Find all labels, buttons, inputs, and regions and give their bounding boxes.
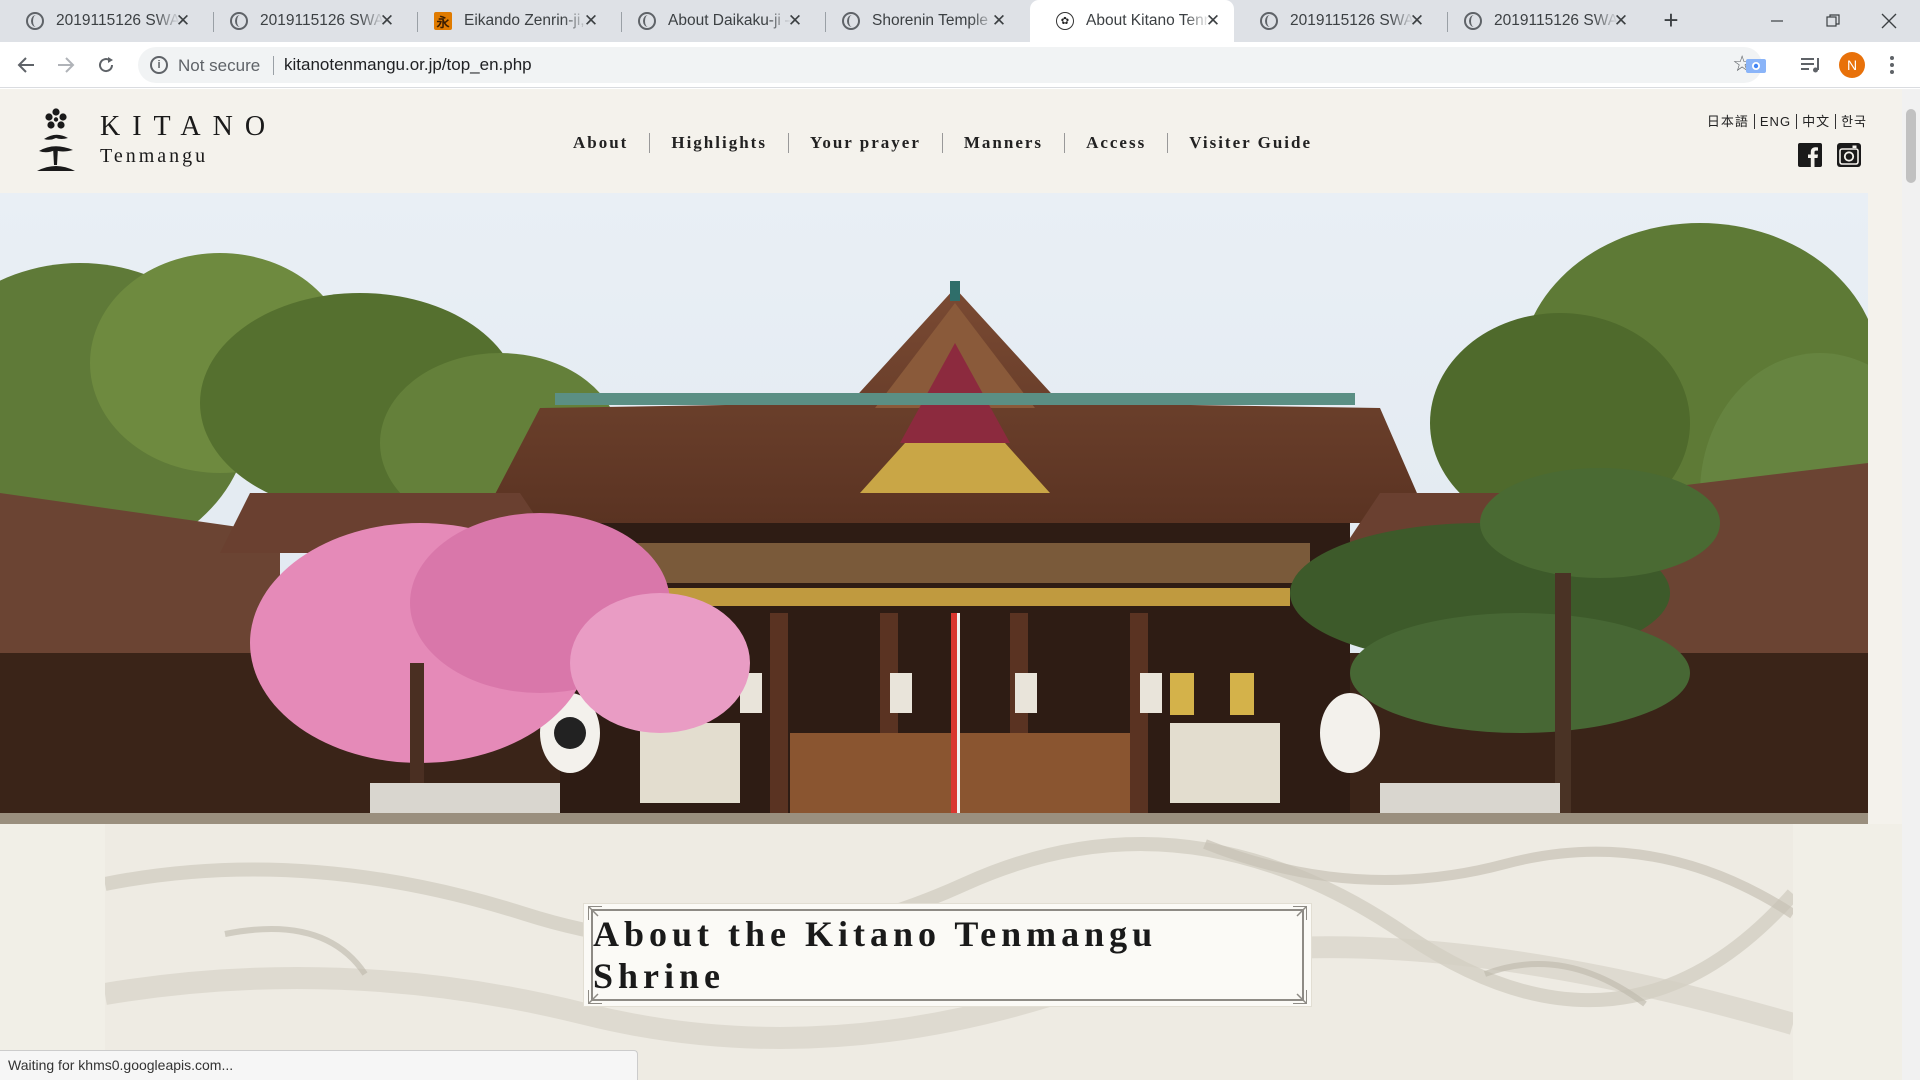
main-navigation: About Highlights Your prayer Manners Acc… [552, 133, 1333, 153]
tab-title: About Kitano Tenm [1086, 12, 1210, 29]
tab-8[interactable]: 2019115126 SWAN ✕ [1438, 0, 1642, 42]
page-viewport: KITANO Tenmangu About Highlights Your pr… [0, 89, 1902, 1080]
tab-title: Eikando Zenrin-ji, K [464, 12, 588, 29]
back-button[interactable] [10, 49, 42, 81]
tab-title: 2019115126 SWAN [56, 12, 180, 29]
language-switcher: 日本語 ENG 中文 한국 [1702, 111, 1872, 130]
nav-access[interactable]: Access [1064, 133, 1167, 153]
tab-title: Shorenin Temple [872, 12, 989, 29]
eikando-favicon: 永 [434, 12, 452, 30]
tab-close-icon[interactable]: ✕ [786, 12, 804, 30]
close-icon [1881, 13, 1897, 29]
minimize-button[interactable] [1746, 0, 1808, 42]
lang-korean[interactable]: 한국 [1835, 114, 1872, 129]
info-icon[interactable]: i [150, 56, 168, 74]
tab-title: 2019115126 SWAN [260, 12, 384, 29]
scrollbar-thumb[interactable] [1906, 109, 1916, 183]
forward-button[interactable] [50, 49, 82, 81]
instagram-icon[interactable] [1837, 143, 1861, 167]
about-section: About the Kitano Tenmangu Shrine [0, 824, 1902, 1080]
restore-icon [1826, 14, 1840, 27]
tab-1[interactable]: 2019115126 SWAN ✕ [0, 0, 204, 42]
tab-5[interactable]: Shorenin Temple ✕ [816, 0, 1020, 42]
tab-close-icon[interactable]: ✕ [1204, 12, 1222, 30]
back-arrow-icon [17, 57, 34, 73]
profile-button[interactable]: N [1836, 49, 1868, 81]
avatar: N [1839, 52, 1865, 78]
tab-3[interactable]: 永 Eikando Zenrin-ji, K ✕ [408, 0, 612, 42]
globe-icon [26, 12, 44, 30]
address-divider [273, 56, 274, 75]
kebab-menu-icon [1890, 56, 1894, 74]
tab-title: About Daikaku-ji – [668, 12, 792, 29]
playlist-icon [1801, 58, 1819, 73]
globe-icon [1464, 12, 1482, 30]
reload-icon [99, 57, 114, 73]
page-scrollbar[interactable] [1902, 89, 1920, 1080]
status-bar: Waiting for khms0.googleapis.com... [0, 1050, 638, 1080]
address-bar[interactable]: i Not secure kitanotenmangu.or.jp/top_en… [138, 47, 1762, 83]
new-tab-button[interactable]: + [1656, 6, 1686, 36]
hero-image-shrine [0, 193, 1868, 824]
tab-6-active[interactable]: ✿ About Kitano Tenm ✕ [1030, 0, 1234, 42]
frame-corner-icon [1293, 990, 1307, 1004]
tab-strip: 2019115126 SWAN ✕ 2019115126 SWAN ✕ 永 Ei… [0, 0, 1920, 42]
frame-corner-icon [1293, 906, 1307, 920]
globe-icon [1260, 12, 1278, 30]
close-window-button[interactable] [1858, 0, 1920, 42]
tab-close-icon[interactable]: ✕ [1408, 12, 1426, 30]
minimize-icon [1771, 20, 1783, 22]
tab-7[interactable]: 2019115126 SWAN ✕ [1234, 0, 1438, 42]
logo-tenmangu: Tenmangu [100, 145, 209, 167]
tab-close-icon[interactable]: ✕ [378, 12, 396, 30]
tab-close-icon[interactable]: ✕ [990, 12, 1008, 30]
nav-highlights[interactable]: Highlights [649, 133, 788, 153]
tab-close-icon[interactable]: ✕ [174, 12, 192, 30]
site-logo[interactable]: KITANO Tenmangu [100, 111, 277, 168]
url-text[interactable]: kitanotenmangu.or.jp/top_en.php [284, 55, 532, 75]
shrine-photo [0, 193, 1868, 824]
frame-corner-icon [588, 990, 602, 1004]
site-header: KITANO Tenmangu About Highlights Your pr… [0, 89, 1902, 193]
nav-visiter-guide[interactable]: Visiter Guide [1167, 133, 1333, 153]
section-title-inner: About the Kitano Tenmangu Shrine [591, 909, 1304, 1001]
kitano-logo-icon[interactable] [36, 107, 76, 173]
browser-toolbar: i Not secure kitanotenmangu.or.jp/top_en… [0, 42, 1920, 88]
lang-japanese[interactable]: 日本語 [1702, 114, 1754, 129]
restore-button[interactable] [1802, 0, 1864, 42]
logo-kitano: KITANO [100, 111, 278, 142]
security-label: Not secure [178, 56, 261, 75]
tab-title: 2019115126 SWAN [1290, 12, 1414, 29]
camera-extension-button[interactable] [1740, 49, 1772, 81]
section-title: About the Kitano Tenmangu Shrine [593, 914, 1158, 996]
tab-close-icon[interactable]: ✕ [1612, 12, 1630, 30]
frame-corner-icon [588, 906, 602, 920]
camera-icon [1746, 59, 1766, 73]
tab-close-icon[interactable]: ✕ [582, 12, 600, 30]
nav-manners[interactable]: Manners [941, 133, 1064, 153]
globe-icon [230, 12, 248, 30]
tab-4[interactable]: About Daikaku-ji – ✕ [612, 0, 816, 42]
section-title-frame: About the Kitano Tenmangu Shrine [583, 903, 1312, 1007]
lang-chinese[interactable]: 中文 [1796, 114, 1836, 129]
kitano-favicon: ✿ [1056, 12, 1074, 30]
lang-english[interactable]: ENG [1753, 114, 1797, 129]
menu-button[interactable] [1876, 49, 1908, 81]
nav-your-prayer[interactable]: Your prayer [787, 133, 942, 153]
globe-icon [842, 12, 860, 30]
nav-about[interactable]: About [552, 133, 649, 153]
media-control-button[interactable] [1795, 49, 1827, 81]
tab-title: 2019115126 SWAN [1494, 12, 1618, 29]
tab-2[interactable]: 2019115126 SWAN ✕ [204, 0, 408, 42]
globe-icon [638, 12, 656, 30]
facebook-icon[interactable] [1798, 143, 1822, 167]
forward-arrow-icon [58, 57, 75, 73]
reload-button[interactable] [90, 49, 122, 81]
